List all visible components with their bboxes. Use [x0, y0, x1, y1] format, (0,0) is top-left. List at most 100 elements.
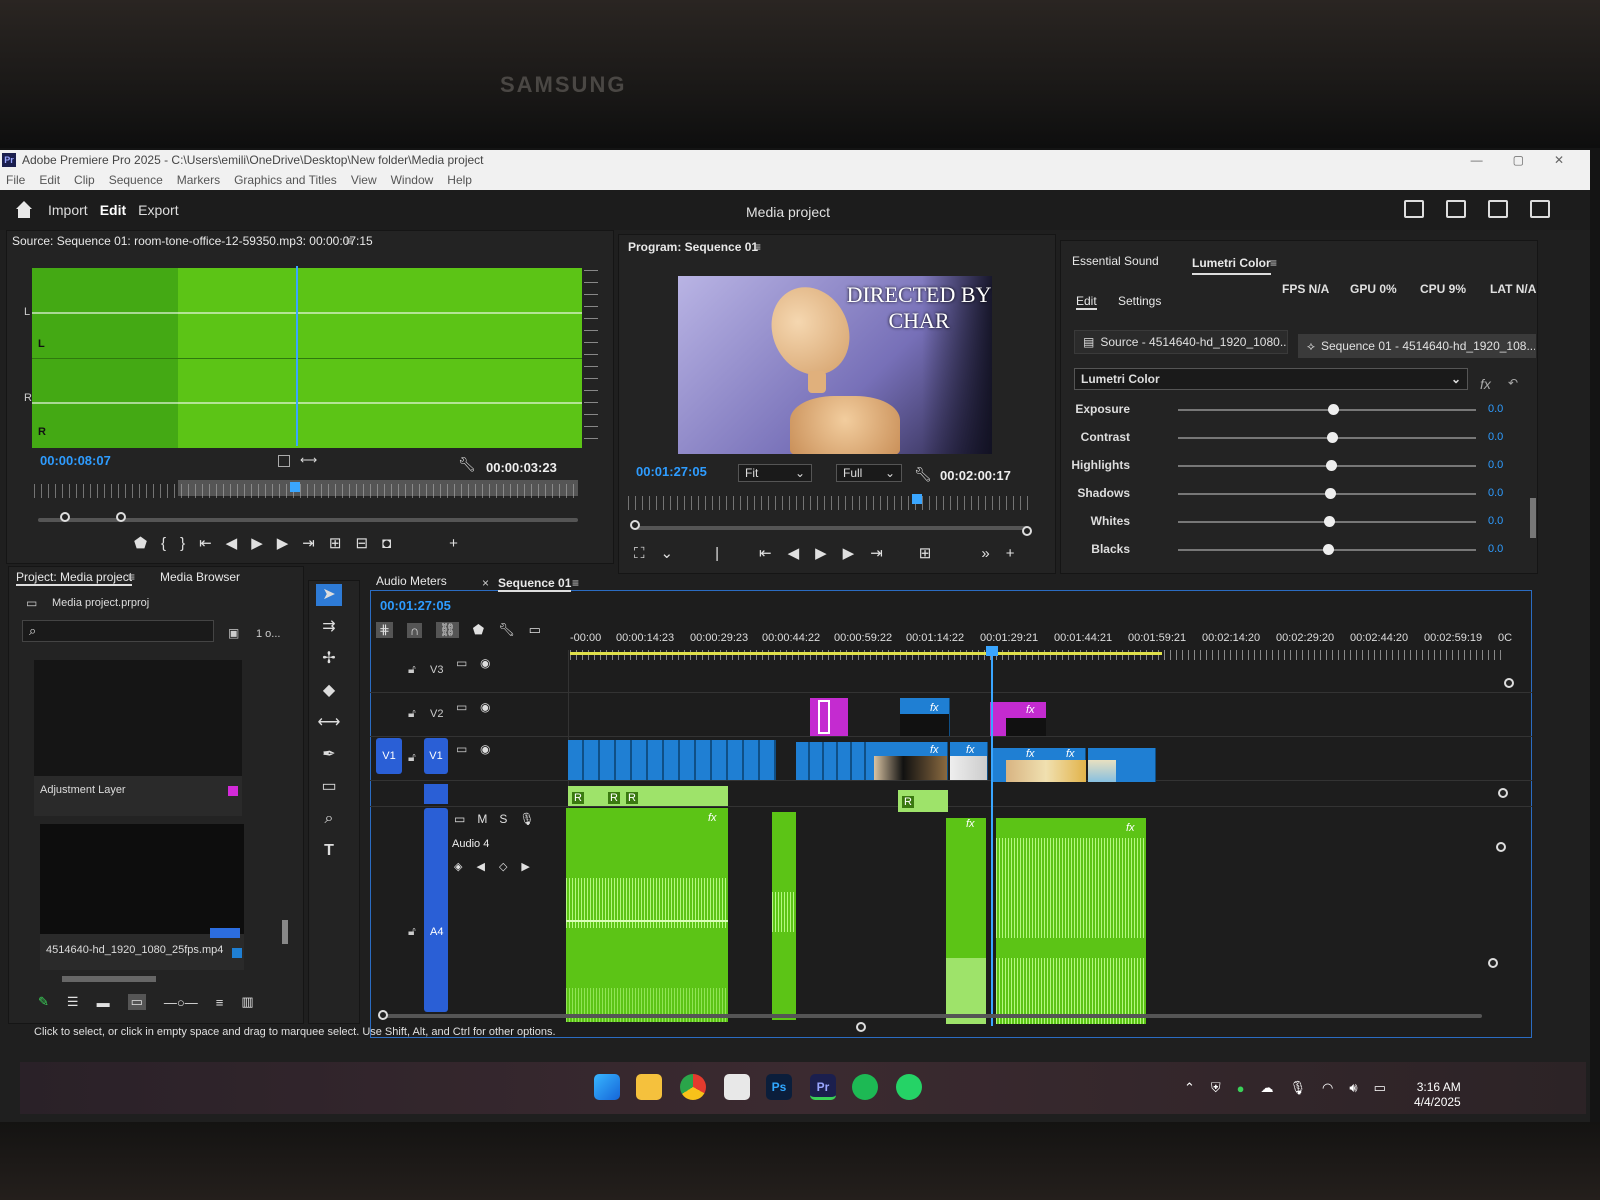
- a4-audio-clip-3[interactable]: [946, 818, 986, 1024]
- add-keyframe-icon[interactable]: ◇: [499, 860, 507, 873]
- fullscreen-icon[interactable]: [1530, 200, 1550, 218]
- v3-sync-icon[interactable]: ▭: [456, 656, 467, 670]
- tab-lumetri-color[interactable]: Lumetri Color: [1192, 256, 1271, 275]
- program-step-back-icon[interactable]: ◀: [788, 544, 800, 562]
- v1-sync-icon[interactable]: ▭: [456, 742, 467, 756]
- v1-lock-icon[interactable]: 🔓︎: [408, 750, 416, 765]
- mark-in-icon[interactable]: {: [161, 535, 166, 552]
- program-button-editor-icon[interactable]: +: [1006, 545, 1015, 562]
- tray-app-icon[interactable]: ●: [1237, 1081, 1245, 1096]
- a4-audio-clip-4[interactable]: [996, 818, 1146, 1024]
- source-playhead-marker[interactable]: [290, 482, 300, 492]
- tab-sequence-01[interactable]: Sequence 01: [498, 576, 572, 592]
- v2-adjustment-clip-2[interactable]: [990, 702, 1046, 736]
- go-to-in-icon[interactable]: ⇤: [199, 534, 212, 552]
- sequence-menu-icon[interactable]: ≡: [572, 576, 579, 590]
- v2-sync-icon[interactable]: ▭: [456, 700, 467, 714]
- linked-selection-icon[interactable]: ⛓: [436, 622, 459, 638]
- a4-mute-icon[interactable]: M: [477, 812, 487, 826]
- menu-window[interactable]: Window: [385, 173, 442, 187]
- project-item-video-clip[interactable]: 4514640-hd_1920_1080_25fps.mp4: [40, 824, 244, 970]
- v3-eye-icon[interactable]: ◉: [480, 656, 490, 670]
- windows-start-icon[interactable]: [594, 1074, 620, 1100]
- timeline-scroll-handle-left[interactable]: [378, 1010, 388, 1020]
- slider-exposure[interactable]: Exposure 0.0: [1070, 400, 1510, 420]
- timeline-timecode[interactable]: 00:01:27:05: [380, 598, 451, 613]
- freeform-view-icon[interactable]: ▭: [127, 994, 146, 1010]
- audio-tracks-scroll-bottom[interactable]: [1488, 958, 1498, 968]
- maximize-icon[interactable]: ▢: [1513, 153, 1524, 167]
- next-keyframe-icon[interactable]: ▶: [521, 860, 529, 873]
- settings-chevron-icon[interactable]: ⌄: [661, 544, 674, 562]
- overwrite-icon[interactable]: ⊟: [355, 534, 368, 552]
- source-settings-wrench-icon[interactable]: 🔧︎: [458, 456, 476, 473]
- zoom-slider[interactable]: —○—: [164, 995, 198, 1010]
- export-frame-icon[interactable]: ◘: [382, 535, 391, 552]
- menu-view[interactable]: View: [345, 173, 385, 187]
- zoom-select[interactable]: Fit ⌄: [738, 464, 812, 482]
- resolution-select[interactable]: Full ⌄: [836, 464, 902, 482]
- project-scrollbar[interactable]: [282, 920, 288, 944]
- timeline-settings-icon[interactable]: 🔧︎: [498, 622, 515, 638]
- close-sequence-tab-icon[interactable]: ×: [482, 576, 489, 590]
- a4-audio-clip-2[interactable]: [772, 812, 796, 1020]
- drag-audio-icon[interactable]: ⟷: [300, 453, 317, 467]
- program-settings-wrench-icon[interactable]: 🔧︎: [914, 466, 932, 483]
- type-tool-icon[interactable]: T: [316, 840, 342, 862]
- audio-tracks-scroll-top[interactable]: [1496, 842, 1506, 852]
- source-playhead[interactable]: [296, 266, 298, 446]
- v1-eye-icon[interactable]: ◉: [480, 742, 490, 756]
- menu-markers[interactable]: Markers: [171, 173, 228, 187]
- video-tracks-scroll-top[interactable]: [1504, 678, 1514, 688]
- share-icon[interactable]: [1446, 200, 1466, 218]
- slip-tool-icon[interactable]: ⟷: [316, 712, 342, 734]
- step-forward-icon[interactable]: ▶: [277, 534, 289, 552]
- hand-zoom-tool-icon[interactable]: ⌕: [316, 808, 342, 830]
- program-go-to-in-icon[interactable]: ⇤: [759, 544, 772, 562]
- reset-icon[interactable]: ↶: [1508, 376, 1518, 390]
- track-v1-label[interactable]: V1: [424, 738, 448, 774]
- a4-audio-clip-1[interactable]: [566, 808, 728, 1022]
- tab-import[interactable]: Import: [42, 202, 94, 218]
- source-zoom-handle-right[interactable]: [116, 512, 126, 522]
- volume-icon[interactable]: 🔊︎: [1349, 1080, 1357, 1096]
- program-zoom-handle-right[interactable]: [1022, 526, 1032, 536]
- taskbar-clock[interactable]: 3:16 AM 4/4/2025: [1414, 1080, 1461, 1110]
- more-controls-icon[interactable]: »: [981, 545, 989, 562]
- microsoft-store-icon[interactable]: [724, 1074, 750, 1100]
- photoshop-icon[interactable]: Ps: [766, 1074, 792, 1100]
- program-time-ruler[interactable]: [628, 496, 1032, 510]
- tab-project[interactable]: Project: Media project: [16, 570, 133, 586]
- tab-essential-sound[interactable]: Essential Sound: [1072, 254, 1159, 268]
- timeline-marker-icon[interactable]: ⬟: [473, 622, 484, 638]
- go-to-out-icon[interactable]: ⇥: [302, 534, 315, 552]
- keyframe-type-icon[interactable]: ◈: [454, 860, 462, 873]
- lumetri-effect-select[interactable]: Lumetri Color ⌄: [1074, 368, 1468, 390]
- battery-icon[interactable]: ▭: [1374, 1080, 1386, 1096]
- prev-keyframe-icon[interactable]: ◀: [476, 860, 484, 873]
- insert-icon[interactable]: ⊞: [329, 534, 342, 552]
- safe-margins-icon[interactable]: ⛶: [634, 545, 645, 562]
- subtab-edit[interactable]: Edit: [1076, 294, 1097, 310]
- a4-target[interactable]: [424, 808, 448, 1012]
- list-view-icon[interactable]: ☰: [67, 994, 79, 1010]
- timeline-h-scrollbar[interactable]: [384, 1014, 1482, 1018]
- source-panel-menu-icon[interactable]: ≡: [346, 234, 353, 248]
- v1-clip-group-1[interactable]: [568, 740, 776, 780]
- sequence-clip-button[interactable]: ⟡ Sequence 01 - 4514640-hd_1920_108...: [1298, 334, 1536, 358]
- rectangle-tool-icon[interactable]: ▭: [316, 776, 342, 798]
- automate-to-sequence-icon[interactable]: ▥: [241, 994, 253, 1010]
- button-editor-plus-icon[interactable]: +: [449, 535, 458, 552]
- a4-solo-icon[interactable]: S: [499, 812, 507, 826]
- mark-out-icon[interactable]: }: [180, 535, 185, 552]
- tab-edit[interactable]: Edit: [94, 202, 132, 218]
- timeline-playhead[interactable]: [991, 648, 993, 1026]
- workspaces-menu-icon[interactable]: [1488, 200, 1508, 218]
- menu-help[interactable]: Help: [441, 173, 480, 187]
- add-marker-icon[interactable]: ⬟: [134, 534, 147, 552]
- pencil-icon[interactable]: ✎: [38, 994, 49, 1010]
- source-clip-button[interactable]: ▤ Source - 4514640-hd_1920_1080...: [1074, 330, 1288, 354]
- subtab-settings[interactable]: Settings: [1118, 294, 1161, 308]
- program-timecode[interactable]: 00:01:27:05: [636, 464, 707, 479]
- icon-view-icon[interactable]: ▬: [97, 995, 110, 1010]
